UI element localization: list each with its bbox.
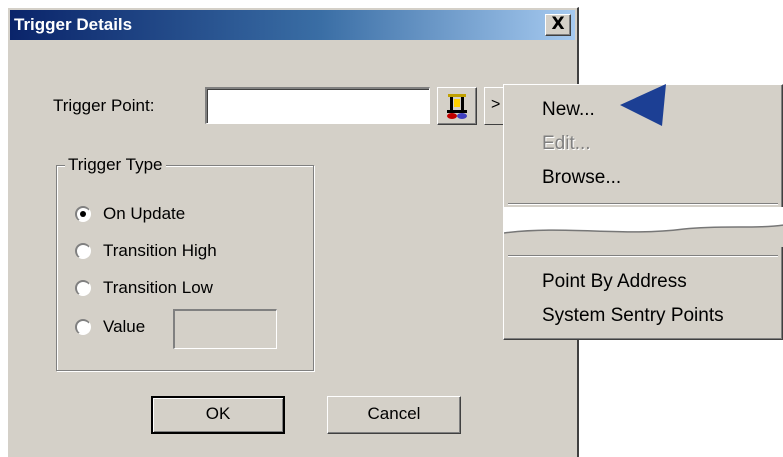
cancel-button[interactable]: Cancel: [327, 396, 461, 434]
radio-label: Transition High: [103, 241, 217, 260]
menu-item-browse[interactable]: Browse...: [542, 167, 621, 189]
trigger-type-legend: Trigger Type: [65, 155, 166, 175]
dialog-title: Trigger Details: [14, 15, 133, 34]
point-browser-button[interactable]: [437, 87, 477, 125]
menu-item-system-sentry-points[interactable]: System Sentry Points: [542, 305, 724, 327]
trigger-point-label: Trigger Point:: [53, 96, 155, 115]
radio-selected-dot: [80, 211, 86, 217]
trigger-details-dialog: Trigger Details X Trigger Point: > Trigg…: [7, 7, 579, 457]
radio-circle[interactable]: [75, 206, 91, 222]
radio-label: Transition Low: [103, 278, 213, 297]
radio-circle[interactable]: [75, 243, 91, 259]
radio-circle[interactable]: [75, 280, 91, 296]
radio-label: Value: [103, 317, 146, 336]
radio-label: On Update: [103, 204, 186, 223]
close-button[interactable]: X: [545, 14, 571, 36]
radio-circle[interactable]: [75, 319, 91, 335]
menu-item-point-by-address[interactable]: Point By Address: [542, 271, 687, 293]
trigger-point-input[interactable]: [205, 87, 430, 124]
point-browser-icon: [447, 94, 467, 119]
title-bar[interactable]: Trigger Details X: [10, 10, 575, 40]
menu-separator: [508, 255, 778, 257]
trigger-type-group: Trigger Type On Update Transition High T…: [56, 155, 314, 371]
pointer-arrow-icon: [620, 84, 666, 126]
value-input: [173, 309, 277, 349]
menu-item-edit: Edit...: [542, 133, 591, 154]
menu-separator: [508, 203, 778, 205]
menu-item-new[interactable]: New...: [542, 99, 595, 121]
torn-edge-graphic: [504, 207, 783, 247]
ok-button[interactable]: OK: [151, 396, 285, 434]
